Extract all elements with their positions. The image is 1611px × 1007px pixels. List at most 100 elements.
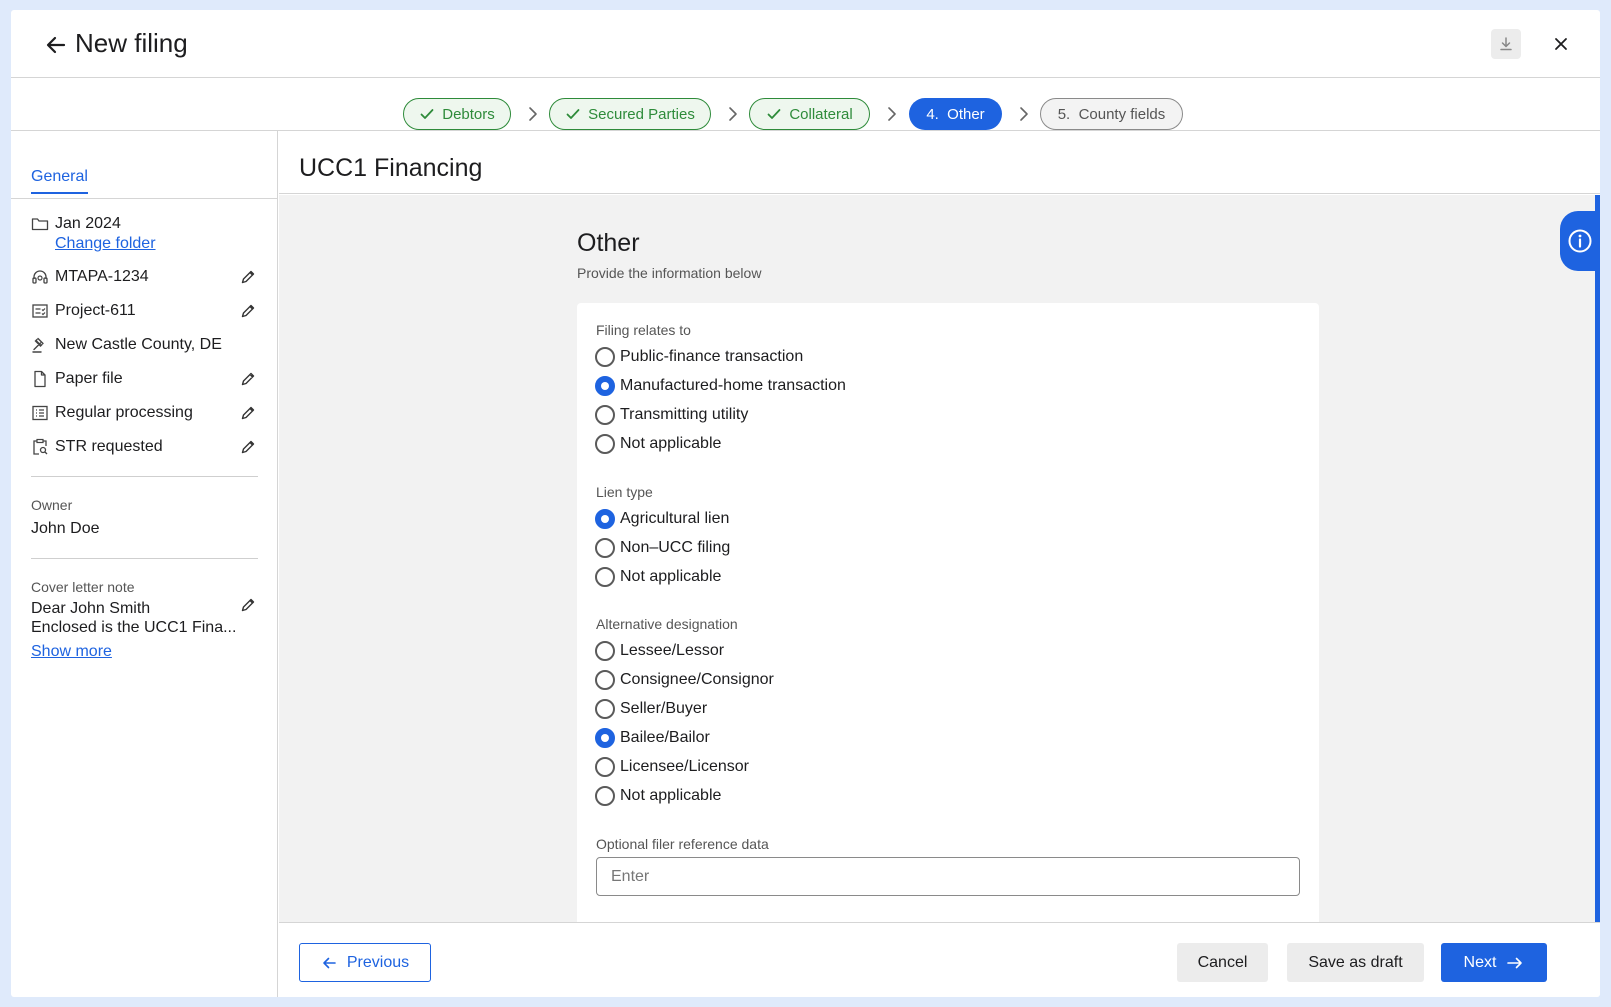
alt-designation-option[interactable]: Bailee/Bailor [595, 728, 710, 748]
filing-relates-option[interactable]: Not applicable [595, 434, 721, 454]
save-draft-button[interactable]: Save as draft [1287, 943, 1424, 982]
step-label: Secured Parties [588, 105, 695, 123]
radio-selected[interactable] [595, 509, 615, 529]
chevron-right-icon [888, 107, 896, 121]
next-label: Next [1463, 953, 1497, 971]
close-icon[interactable] [1546, 29, 1576, 59]
arrow-left-icon [323, 957, 336, 968]
check-icon [566, 109, 580, 119]
reference-input[interactable] [596, 857, 1300, 896]
section-title: Other [577, 229, 640, 257]
download-icon[interactable] [1491, 29, 1521, 59]
alt-designation-option[interactable]: Consignee/Consignor [595, 670, 774, 690]
divider [31, 558, 258, 559]
filing-relates-option[interactable]: Manufactured-home transaction [595, 376, 846, 396]
top-bar: New filing [11, 10, 1600, 78]
headset-icon [31, 268, 49, 286]
radio-unselected[interactable] [595, 405, 615, 425]
info-icon[interactable] [1560, 211, 1600, 271]
pencil-icon[interactable] [240, 597, 256, 613]
filing-relates-option[interactable]: Transmitting utility [595, 405, 748, 425]
radio-label: Manufactured-home transaction [620, 377, 846, 394]
radio-selected[interactable] [595, 376, 615, 396]
radio-unselected[interactable] [595, 567, 615, 587]
step-debtors[interactable]: Debtors [403, 98, 511, 130]
radio-unselected[interactable] [595, 347, 615, 367]
gavel-icon [31, 336, 49, 354]
details-sidebar: General Jan 2024 Change folder MTAPA-123… [11, 131, 278, 997]
filing-window: New filing Debtors Secured Parties Colla… [11, 10, 1600, 997]
step-label: 4. Other [926, 105, 985, 123]
tab-divider [11, 198, 278, 199]
show-more-link[interactable]: Show more [31, 643, 112, 661]
arrow-right-icon [1507, 957, 1523, 968]
filing-relates-option[interactable]: Public-finance transaction [595, 347, 803, 367]
cancel-button[interactable]: Cancel [1177, 943, 1268, 982]
radio-selected[interactable] [595, 728, 615, 748]
alt-designation-option[interactable]: Lessee/Lessor [595, 641, 724, 661]
radio-unselected[interactable] [595, 757, 615, 777]
radio-unselected[interactable] [595, 786, 615, 806]
step-county-fields[interactable]: 5. County fields [1040, 98, 1183, 130]
folder-icon [31, 215, 49, 233]
sidebar-item-county: New Castle County, DE [31, 336, 256, 354]
pencil-icon[interactable] [240, 303, 256, 319]
owner-label: Owner [31, 497, 73, 513]
lien-type-option[interactable]: Non–UCC filing [595, 538, 730, 558]
folder-name: Jan 2024 [55, 215, 121, 232]
radio-unselected[interactable] [595, 434, 615, 454]
radio-label: Not applicable [620, 568, 722, 585]
radio-label: Non–UCC filing [620, 539, 731, 556]
next-button[interactable]: Next [1441, 943, 1547, 982]
radio-unselected[interactable] [595, 641, 615, 661]
pencil-icon[interactable] [240, 439, 256, 455]
radio-label: Lessee/Lessor [620, 642, 725, 659]
alt-designation-option[interactable]: Licensee/Licensor [595, 757, 749, 777]
filing-relates-label: Filing relates to [596, 322, 691, 338]
form-content[interactable]: Other Provide the information below Fili… [279, 195, 1600, 922]
previous-label: Previous [346, 953, 410, 971]
document-title: UCC1 Financing [299, 154, 483, 182]
check-icon [767, 109, 781, 119]
pencil-icon[interactable] [240, 269, 256, 285]
step-other[interactable]: 4. Other [909, 98, 1002, 130]
lien-type-label: Lien type [596, 484, 653, 500]
reference-label: Optional filer reference data [596, 836, 769, 852]
radio-unselected[interactable] [595, 699, 615, 719]
divider [31, 476, 258, 477]
clipboard-search-icon [31, 438, 49, 456]
radio-label: Bailee/Bailor [620, 729, 710, 746]
pencil-icon[interactable] [240, 371, 256, 387]
sidebar-item-str: STR requested [31, 438, 256, 456]
checklist-icon [31, 302, 49, 320]
step-label: 5. County fields [1057, 105, 1166, 123]
lien-type-option[interactable]: Not applicable [595, 567, 721, 587]
chevron-right-icon [1020, 107, 1028, 121]
back-arrow-icon[interactable] [41, 30, 71, 60]
cover-letter-line1: Dear John Smith [31, 600, 151, 617]
alt-designation-option[interactable]: Seller/Buyer [595, 699, 707, 719]
page-title: New filing [75, 28, 188, 58]
sidebar-item-label: Project-611 [55, 302, 136, 319]
step-label: Collateral [789, 105, 853, 123]
step-collateral[interactable]: Collateral [749, 98, 870, 130]
main-title-bar: UCC1 Financing [279, 131, 1600, 194]
step-secured-parties[interactable]: Secured Parties [549, 98, 711, 130]
radio-label: Not applicable [620, 435, 722, 452]
sidebar-item-paper: Paper file [31, 370, 256, 388]
folder-row: Jan 2024 [31, 215, 256, 233]
radio-label: Agricultural lien [620, 510, 730, 527]
radio-label: Public-finance transaction [620, 348, 804, 365]
sidebar-item-label: MTAPA-1234 [55, 268, 149, 285]
change-folder-link[interactable]: Change folder [55, 235, 156, 253]
pencil-icon[interactable] [240, 405, 256, 421]
lien-type-option[interactable]: Agricultural lien [595, 509, 729, 529]
cover-letter-line2: Enclosed is the UCC1 Fina... [31, 619, 237, 636]
radio-unselected[interactable] [595, 670, 615, 690]
sidebar-item-mtapa: MTAPA-1234 [31, 268, 256, 286]
previous-button[interactable]: Previous [299, 943, 431, 982]
tab-general[interactable]: General [31, 168, 88, 194]
alt-designation-option[interactable]: Not applicable [595, 786, 721, 806]
radio-unselected[interactable] [595, 538, 615, 558]
chevron-right-icon [729, 107, 737, 121]
